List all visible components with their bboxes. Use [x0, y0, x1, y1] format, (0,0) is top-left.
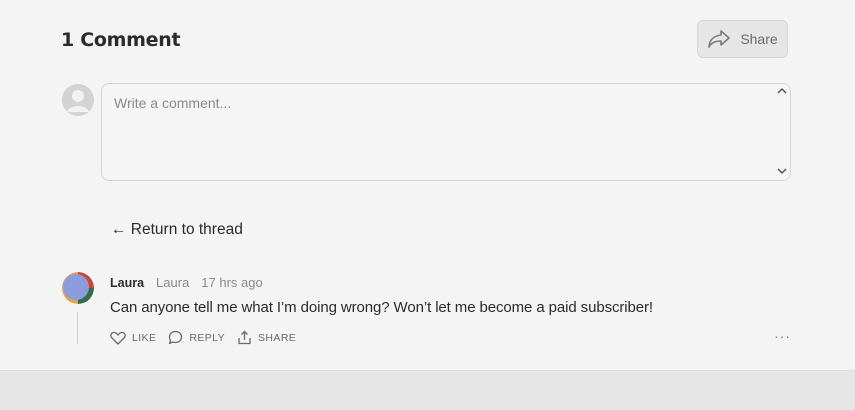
commenter-avatar[interactable] — [62, 272, 94, 304]
thread-line — [77, 312, 78, 344]
more-options-icon[interactable]: ··· — [774, 328, 791, 344]
comment-actions: LIKE REPLY SHARE — [110, 330, 296, 345]
comments-count-title: 1 Comment — [61, 29, 181, 51]
reply-button[interactable]: REPLY — [168, 330, 225, 345]
scroll-up-icon[interactable] — [776, 87, 787, 97]
share-arrow-icon — [708, 30, 731, 48]
comment-timestamp[interactable]: 17 hrs ago — [201, 275, 262, 290]
comment-input[interactable] — [102, 84, 772, 180]
comment-author-handle[interactable]: Laura — [156, 275, 189, 290]
comment-meta: Laura Laura 17 hrs ago — [110, 275, 263, 290]
user-avatar-icon — [62, 84, 94, 116]
reply-label: REPLY — [189, 331, 226, 344]
return-to-thread-link[interactable]: ← Return to thread — [111, 221, 243, 239]
share-comment-button[interactable]: SHARE — [237, 330, 296, 345]
composer-scrollbar[interactable] — [773, 84, 790, 180]
comment-body: Can anyone tell me what I’m doing wrong?… — [110, 299, 653, 316]
share-label: SHARE — [258, 331, 297, 344]
like-button[interactable]: LIKE — [110, 331, 156, 345]
speech-bubble-icon — [169, 330, 183, 345]
footer-band — [0, 370, 855, 410]
share-button[interactable]: Share — [697, 20, 788, 58]
heart-icon — [110, 331, 126, 345]
like-label: LIKE — [132, 331, 157, 344]
scroll-down-icon[interactable] — [776, 167, 787, 177]
share-button-label: Share — [740, 31, 778, 47]
upload-share-icon — [238, 330, 251, 345]
comment-author-name[interactable]: Laura — [110, 276, 144, 290]
comment-composer — [101, 83, 791, 181]
